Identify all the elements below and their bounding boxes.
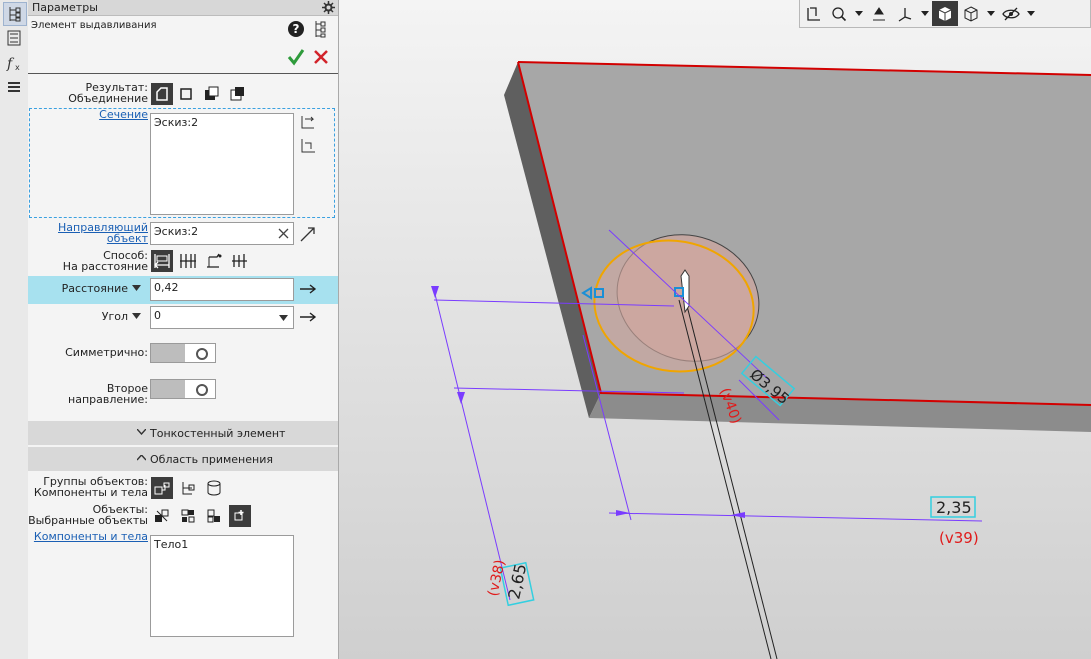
angle-label: Угол (101, 310, 128, 323)
gear-icon[interactable] (322, 1, 335, 14)
chevron-down-icon[interactable] (132, 285, 141, 291)
subtract-icon[interactable] (201, 83, 223, 105)
svg-text:?: ? (293, 22, 300, 36)
scope-section-title: Область применения (150, 453, 273, 466)
left-tool-strip: fx (0, 0, 29, 659)
angle-value: 0 (154, 309, 161, 322)
second-direction-label: Второе направление: (68, 382, 148, 406)
axes-icon[interactable] (892, 1, 918, 26)
method-distance-icon[interactable] (151, 250, 173, 272)
edit-sketch-icon[interactable] (299, 137, 317, 155)
components-list-item[interactable]: Тело1 (154, 538, 188, 551)
components-list[interactable]: Тело1 (150, 535, 294, 637)
wireframe-cube-icon[interactable] (958, 1, 984, 26)
properties-icon[interactable] (3, 27, 25, 49)
hide-eye-icon[interactable] (998, 1, 1024, 26)
orientation-icon[interactable] (866, 1, 892, 26)
objects-value: Выбранные объекты (28, 514, 148, 527)
close-icon[interactable] (313, 49, 329, 65)
direction-arrow-icon[interactable] (299, 311, 317, 323)
panel-title-bar: Параметры (28, 0, 338, 16)
clear-field-icon[interactable] (278, 228, 289, 239)
distance-input[interactable]: 0,42 (150, 278, 294, 301)
method-value: На расстояние (62, 260, 148, 273)
angle-select[interactable]: 0 (150, 306, 294, 329)
select-sketch-icon[interactable] (299, 113, 317, 131)
chevron-down-icon[interactable] (984, 1, 998, 26)
groups-value: Компоненты и тела (33, 486, 148, 499)
method-to-surface-icon[interactable] (229, 250, 251, 272)
parameters-panel: Параметры Элемент выдавливания ? Результ… (28, 0, 339, 659)
distance-label: Расстояние (61, 282, 128, 295)
guide-object-value: Эскиз:2 (154, 225, 199, 238)
model-viewport[interactable]: 2,35 (v39) Ø3,95 (v40) 2,65 (v38) (339, 0, 1091, 659)
panel-title: Параметры (32, 1, 98, 14)
svg-text:f: f (6, 56, 15, 72)
symmetric-toggle[interactable] (150, 343, 216, 363)
guide-object-link-line2[interactable]: объект (107, 233, 148, 244)
operation-subtitle: Элемент выдавливания (31, 20, 157, 31)
shaded-cube-icon[interactable] (932, 1, 958, 26)
union-result-icon[interactable] (151, 83, 173, 105)
direction-arrow-icon[interactable] (299, 225, 317, 243)
distance-value: 0,42 (154, 281, 179, 294)
new-body-icon[interactable] (175, 83, 197, 105)
intersect-icon[interactable] (227, 83, 249, 105)
thin-wall-section-header[interactable]: Тонкостенный элемент (28, 421, 338, 445)
section-list-item[interactable]: Эскиз:2 (154, 116, 198, 129)
objects-selected-icon[interactable] (229, 505, 251, 527)
layers-icon[interactable] (3, 77, 25, 99)
objects-visible-icon[interactable] (177, 505, 199, 527)
chevron-down-icon[interactable] (1024, 1, 1038, 26)
symmetric-label: Симметрично: (65, 346, 148, 359)
components-link[interactable]: Компоненты и тела (34, 531, 148, 542)
variables-fx-icon[interactable]: fx (3, 52, 25, 74)
dim-horizontal-value: 2,35 (936, 498, 972, 517)
dim-horizontal-var: (v39) (939, 529, 979, 547)
section-list[interactable]: Эскиз:2 (150, 113, 294, 215)
section-link[interactable]: Сечение (99, 109, 148, 120)
components-bodies-icon[interactable] (151, 477, 173, 499)
help-icon[interactable]: ? (287, 20, 305, 38)
svg-text:x: x (15, 63, 20, 72)
components-tree-icon[interactable] (177, 477, 199, 499)
chevron-down-icon (137, 429, 146, 435)
method-through-all-icon[interactable] (177, 250, 199, 272)
chevron-down-icon[interactable] (279, 315, 288, 321)
chevron-down-icon[interactable] (132, 313, 141, 319)
zoom-icon[interactable] (826, 1, 852, 26)
direction-arrow-icon[interactable] (299, 283, 317, 295)
plate-top-face (518, 62, 1091, 405)
checkmark-icon[interactable] (287, 48, 305, 66)
sketch-mode-icon[interactable] (800, 1, 826, 26)
thin-wall-section-title: Тонкостенный элемент (150, 427, 286, 440)
method-to-vertex-icon[interactable] (203, 250, 225, 272)
chevron-down-icon[interactable] (918, 1, 932, 26)
guide-object-field[interactable]: Эскиз:2 (150, 222, 294, 245)
chevron-down-icon[interactable] (852, 1, 866, 26)
viewport-canvas[interactable]: 2,35 (v39) Ø3,95 (v40) 2,65 (v38) (339, 0, 1091, 659)
objects-intersecting-icon[interactable] (203, 505, 225, 527)
result-value: Объединение (68, 92, 148, 105)
model-tree-icon[interactable] (3, 2, 27, 26)
chevron-up-icon (137, 455, 146, 461)
divider (28, 73, 338, 74)
bodies-cylinder-icon[interactable] (203, 477, 225, 499)
view-toolbar (799, 0, 1091, 28)
scope-section-header[interactable]: Область применения (28, 447, 338, 471)
second-direction-toggle[interactable] (150, 379, 216, 399)
objects-all-icon[interactable] (151, 505, 173, 527)
tree-icon[interactable] (314, 20, 328, 38)
